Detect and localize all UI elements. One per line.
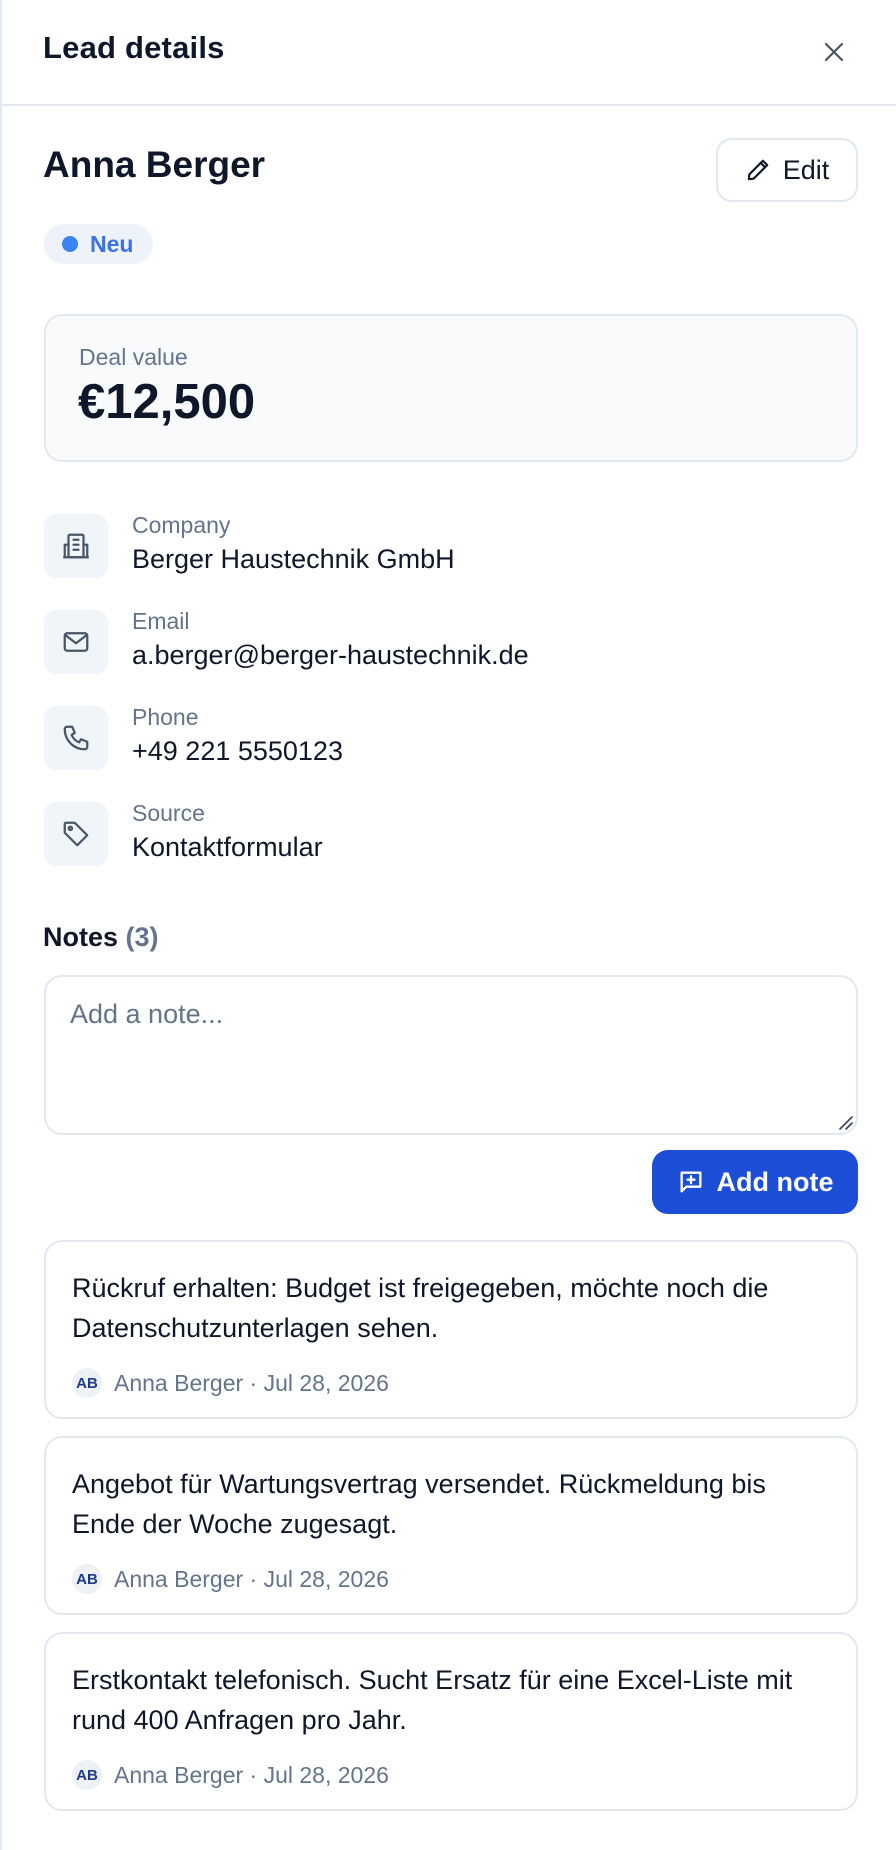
- note-author-date: Anna Berger · Jul 28, 2026: [114, 1761, 389, 1788]
- company-label: Company: [132, 512, 231, 538]
- note-meta: AB Anna Berger · Jul 28, 2026: [72, 1564, 389, 1594]
- panel-title: Lead details: [43, 30, 225, 65]
- info-row-email: Email a.berger@berger-haustechnik.de: [44, 608, 858, 676]
- deal-value-label: Deal value: [79, 344, 188, 370]
- email-icon-box: [44, 610, 108, 674]
- avatar: AB: [72, 1564, 102, 1594]
- email-label: Email: [132, 608, 190, 634]
- info-row-company: Company Berger Haustechnik GmbH: [44, 512, 858, 580]
- notes-count: (3): [125, 922, 159, 952]
- close-button[interactable]: [814, 32, 854, 72]
- add-note-label: Add note: [716, 1166, 834, 1197]
- phone-label: Phone: [132, 704, 199, 730]
- source-icon-box: [44, 802, 108, 866]
- status-label: Neu: [90, 230, 134, 257]
- note-text: Angebot für Wartungsvertrag versendet. R…: [72, 1469, 766, 1539]
- status-badge: Neu: [44, 224, 154, 264]
- deal-value-card: Deal value €12,500: [44, 314, 858, 462]
- deal-value-amount: €12,500: [78, 375, 256, 429]
- tag-icon: [63, 821, 89, 847]
- source-value: Kontaktformular: [132, 832, 323, 862]
- info-row-phone: Phone +49 221 5550123: [44, 704, 858, 772]
- note-author-date: Anna Berger · Jul 28, 2026: [114, 1369, 389, 1396]
- lead-name: Anna Berger: [43, 144, 266, 185]
- note-card: Angebot für Wartungsvertrag versendet. R…: [44, 1436, 858, 1615]
- phone-icon: [63, 725, 89, 751]
- source-label: Source: [132, 800, 205, 826]
- phone-value[interactable]: +49 221 5550123: [132, 736, 343, 767]
- close-icon: [824, 42, 844, 62]
- add-note-button[interactable]: Add note: [652, 1150, 858, 1214]
- resize-grip-icon[interactable]: [836, 1113, 854, 1131]
- edit-button[interactable]: Edit: [716, 138, 858, 202]
- note-author-date: Anna Berger · Jul 28, 2026: [114, 1565, 389, 1592]
- panel-header: Lead details: [2, 0, 896, 106]
- note-input[interactable]: [44, 975, 858, 1135]
- email-value[interactable]: a.berger@berger-haustechnik.de: [132, 640, 529, 671]
- phone-icon-box: [44, 706, 108, 770]
- note-text: Erstkontakt telefonisch. Sucht Ersatz fü…: [72, 1665, 793, 1735]
- pencil-icon: [747, 159, 769, 181]
- avatar: AB: [72, 1760, 102, 1790]
- note-text: Rückruf erhalten: Budget ist freigegeben…: [72, 1273, 769, 1343]
- company-value: Berger Haustechnik GmbH: [132, 544, 455, 574]
- company-icon-box: [44, 514, 108, 578]
- building-icon: [63, 533, 89, 559]
- notes-title: Notes: [43, 922, 119, 952]
- info-row-source: Source Kontaktformular: [44, 800, 858, 868]
- edit-button-label: Edit: [782, 154, 830, 185]
- notes-heading: Notes (3): [43, 922, 159, 953]
- lead-details-panel: Lead details Anna Berger Edit Neu Deal v…: [0, 0, 896, 1850]
- avatar: AB: [72, 1368, 102, 1398]
- note-card: Erstkontakt telefonisch. Sucht Ersatz fü…: [44, 1632, 858, 1811]
- mail-icon: [63, 632, 89, 652]
- note-card: Rückruf erhalten: Budget ist freigegeben…: [44, 1240, 858, 1419]
- note-meta: AB Anna Berger · Jul 28, 2026: [72, 1760, 389, 1790]
- status-dot: [62, 236, 78, 252]
- message-plus-icon: [680, 1171, 701, 1193]
- note-meta: AB Anna Berger · Jul 28, 2026: [72, 1368, 389, 1398]
